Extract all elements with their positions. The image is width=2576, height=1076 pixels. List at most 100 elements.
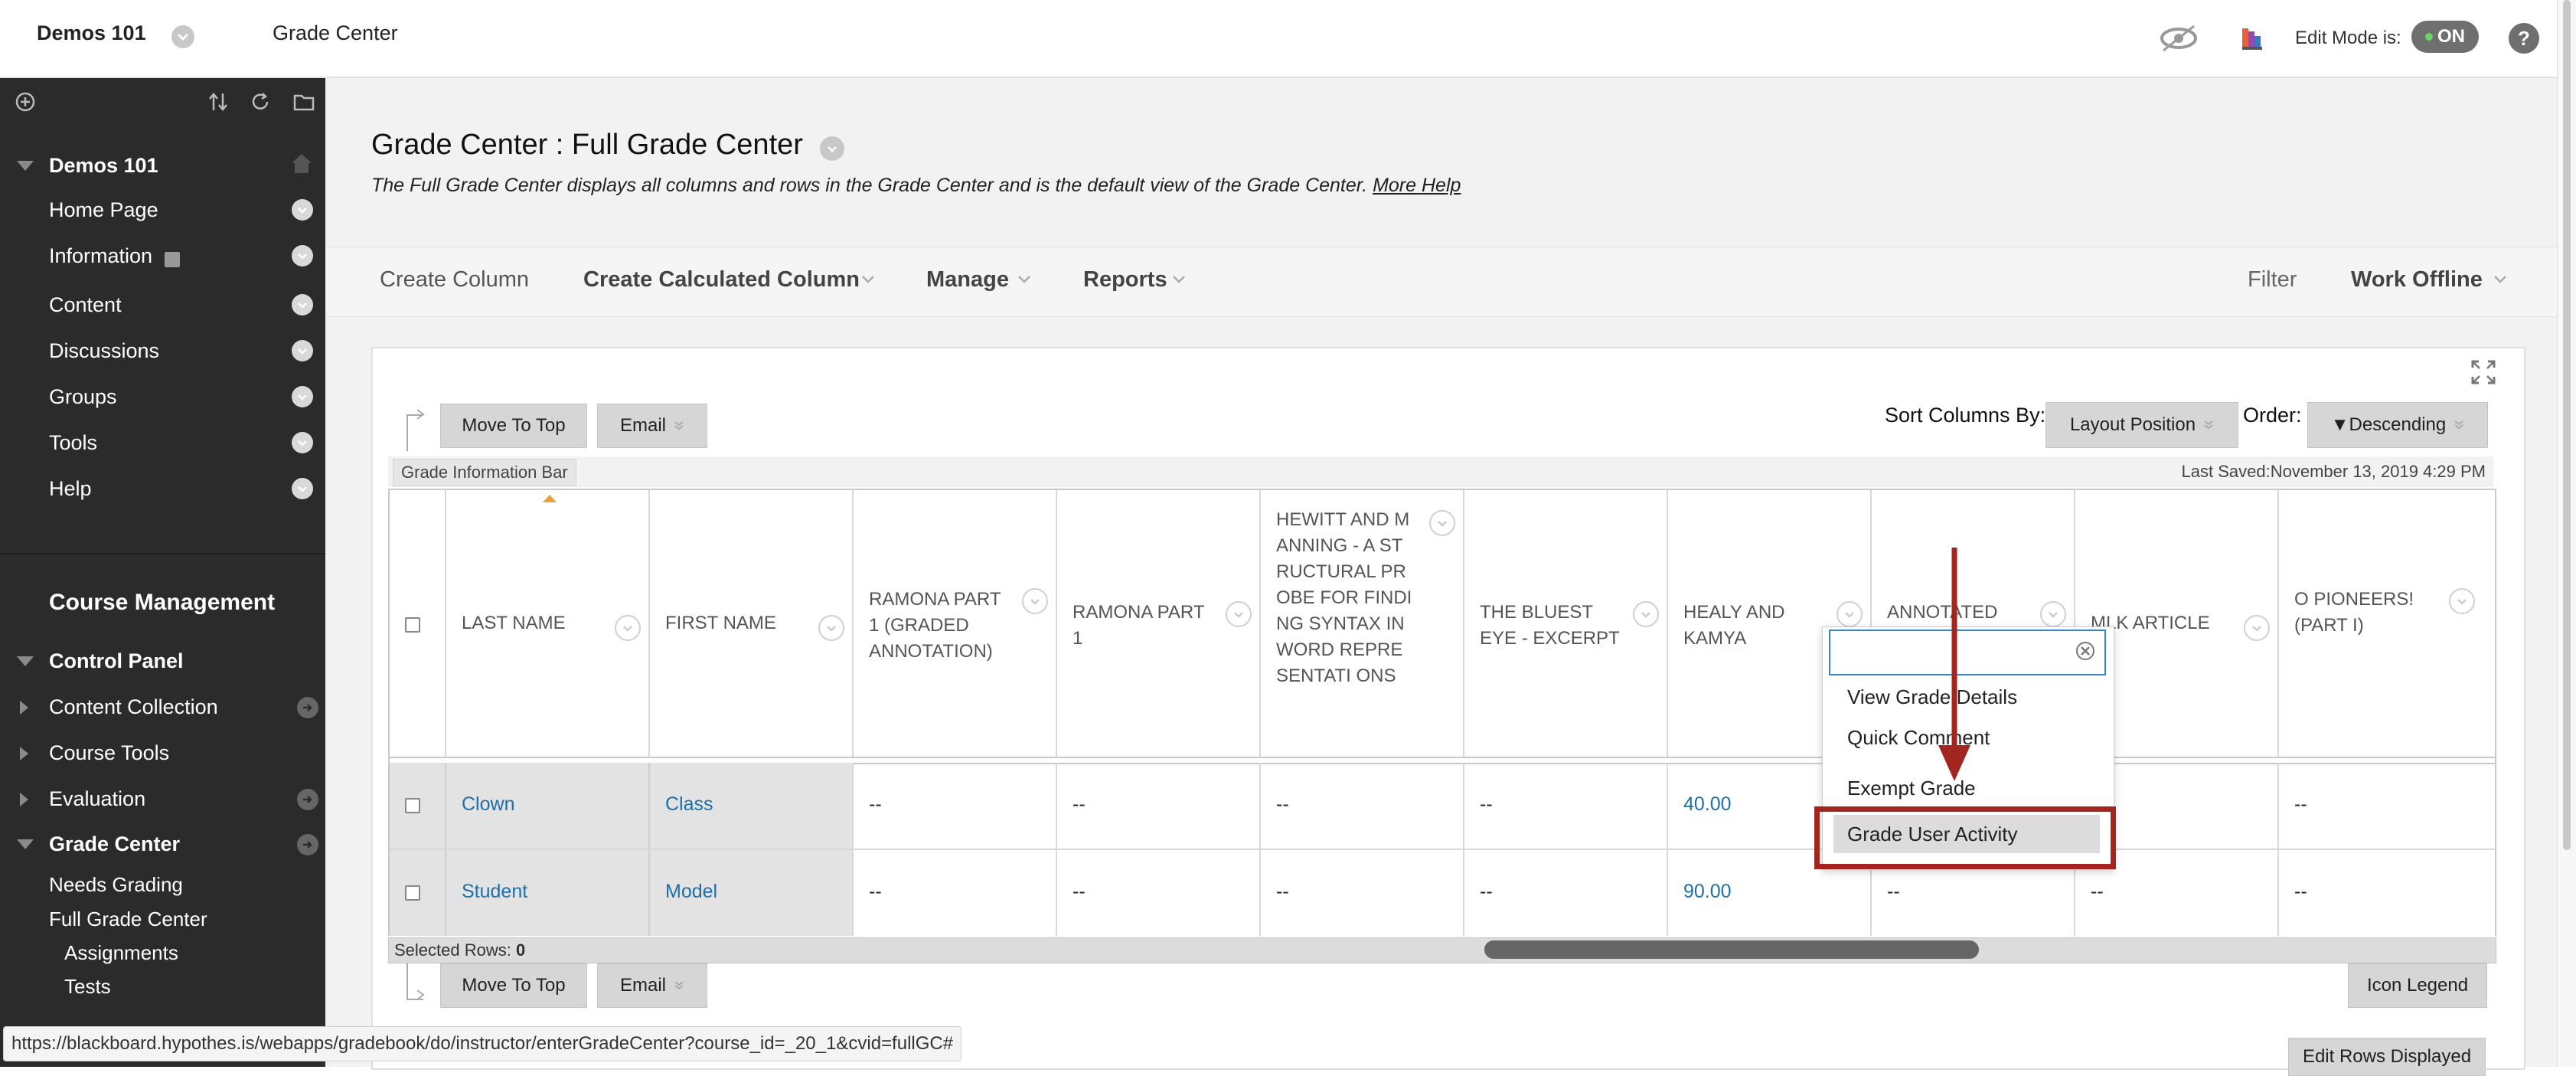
cp-item-course-tools[interactable]: Course Tools xyxy=(49,741,169,765)
create-column-button[interactable]: Create Column xyxy=(380,267,529,293)
create-calculated-column-button[interactable]: Create Calculated Column xyxy=(583,267,860,293)
chevron-down-icon[interactable] xyxy=(2449,588,2475,614)
move-to-top-button[interactable]: Move To Top xyxy=(440,404,587,448)
add-icon[interactable] xyxy=(15,92,35,112)
cp-item-evaluation[interactable]: Evaluation xyxy=(49,787,145,811)
grade-cell[interactable]: -- xyxy=(1480,793,1493,816)
color-palette-icon[interactable] xyxy=(2239,25,2265,51)
select-all-checkbox[interactable] xyxy=(405,617,420,633)
chevron-down-icon[interactable] xyxy=(2040,601,2066,627)
chevron-down-icon[interactable] xyxy=(292,432,313,453)
edit-mode-toggle[interactable]: ON xyxy=(2411,21,2479,53)
gc-sub-full-grade-center[interactable]: Full Grade Center xyxy=(49,908,207,931)
clear-icon[interactable] xyxy=(2075,641,2095,661)
first-name-link[interactable]: Class xyxy=(665,793,713,816)
collapse-caret-icon[interactable] xyxy=(17,839,34,849)
grade-cell[interactable]: 90.00 xyxy=(1683,881,1732,903)
row-checkbox[interactable] xyxy=(405,885,420,901)
grade-information-bar-label[interactable]: Grade Information Bar xyxy=(393,459,576,486)
gc-sub-tests[interactable]: Tests xyxy=(64,975,111,999)
column-header[interactable]: THE BLUEST EYE - EXCERPT xyxy=(1464,490,1668,757)
horizontal-scrollbar-thumb[interactable] xyxy=(1484,940,1979,959)
grade-cell[interactable]: -- xyxy=(1887,881,1900,903)
email-button[interactable]: Email xyxy=(597,404,707,448)
grade-cell[interactable]: -- xyxy=(869,881,882,903)
sidebar-item-content[interactable]: Content xyxy=(49,293,122,317)
course-name[interactable]: Demos 101 xyxy=(37,21,146,45)
grade-cell[interactable]: -- xyxy=(1276,793,1289,816)
column-header[interactable]: FIRST NAME xyxy=(650,490,854,757)
cp-item-content-collection[interactable]: Content Collection xyxy=(49,695,218,719)
grade-cell[interactable]: -- xyxy=(2294,881,2307,903)
grade-cell[interactable]: -- xyxy=(1480,881,1493,903)
column-header[interactable]: RAMONA PART 1 (GRADED ANNOTATION) xyxy=(854,490,1057,757)
expand-caret-icon[interactable] xyxy=(20,747,28,760)
chevron-down-icon[interactable] xyxy=(820,136,844,161)
vertical-scrollbar-thumb[interactable] xyxy=(2563,0,2571,850)
collapse-caret-icon[interactable] xyxy=(17,161,34,171)
order-select[interactable]: ▼Descending xyxy=(2307,402,2488,448)
collapse-caret-icon[interactable] xyxy=(17,656,34,666)
sidebar-item-tools[interactable]: Tools xyxy=(49,431,97,455)
chevron-down-icon[interactable] xyxy=(1837,601,1863,627)
chevron-down-icon[interactable] xyxy=(292,478,313,499)
grade-cell[interactable]: -- xyxy=(1276,881,1289,903)
chevron-down-icon[interactable] xyxy=(615,615,641,641)
expand-caret-icon[interactable] xyxy=(20,701,28,715)
column-header[interactable]: O PIONEERS! (PART I) xyxy=(2279,490,2495,757)
grade-cell[interactable]: -- xyxy=(2091,881,2104,903)
expand-icon[interactable] xyxy=(2470,359,2496,385)
sort-by-select[interactable]: Layout Position xyxy=(2045,402,2238,448)
arrow-right-icon[interactable] xyxy=(297,789,318,810)
row-checkbox[interactable] xyxy=(405,798,420,813)
column-header[interactable]: LAST NAME xyxy=(446,490,650,757)
column-header[interactable]: RAMONA PART 1 xyxy=(1057,490,1261,757)
grade-cell[interactable]: -- xyxy=(1073,881,1086,903)
menu-item-view-grade-details[interactable]: View Grade Details xyxy=(1847,685,2017,709)
chevron-down-icon[interactable] xyxy=(171,25,194,48)
sidebar-item-help[interactable]: Help xyxy=(49,477,92,501)
sidebar-course-title[interactable]: Demos 101 xyxy=(49,154,158,178)
chevron-down-icon[interactable] xyxy=(1633,601,1659,627)
chevron-down-icon[interactable] xyxy=(1022,588,1048,614)
chevron-down-icon[interactable] xyxy=(292,340,313,361)
grade-cell[interactable]: -- xyxy=(869,793,882,816)
arrow-right-icon[interactable] xyxy=(297,834,318,855)
icon-legend-button[interactable]: Icon Legend xyxy=(2348,963,2487,1008)
cp-item-grade-center[interactable]: Grade Center xyxy=(49,832,180,856)
gc-sub-assignments[interactable]: Assignments xyxy=(64,941,178,965)
chevron-down-icon[interactable] xyxy=(818,615,844,641)
gc-sub-needs-grading[interactable]: Needs Grading xyxy=(49,873,183,897)
sidebar-item-groups[interactable]: Groups xyxy=(49,385,117,409)
column-header[interactable]: HEWITT AND MANNING - A STRUCTURAL PROBE … xyxy=(1261,490,1464,757)
preview-eye-icon[interactable] xyxy=(2159,23,2199,54)
last-name-link[interactable]: Clown xyxy=(462,793,514,816)
chevron-down-icon[interactable] xyxy=(1226,601,1252,627)
reorder-icon[interactable] xyxy=(207,90,230,113)
more-help-link[interactable]: More Help xyxy=(1373,175,1461,196)
grade-cell[interactable]: -- xyxy=(2294,793,2307,816)
manage-button[interactable]: Manage xyxy=(926,267,1009,293)
folder-icon[interactable] xyxy=(292,91,315,113)
expand-caret-icon[interactable] xyxy=(20,793,28,806)
chevron-down-icon[interactable] xyxy=(292,199,313,221)
horizontal-scrollbar-track[interactable] xyxy=(388,937,2496,963)
email-button[interactable]: Email xyxy=(597,963,707,1008)
edit-rows-displayed-button[interactable]: Edit Rows Displayed xyxy=(2288,1038,2486,1076)
chevron-down-icon[interactable] xyxy=(292,245,313,267)
reports-button[interactable]: Reports xyxy=(1083,267,1167,293)
first-name-link[interactable]: Model xyxy=(665,881,717,903)
chevron-down-icon[interactable] xyxy=(292,386,313,407)
refresh-icon[interactable] xyxy=(249,90,272,113)
grade-cell[interactable]: -- xyxy=(1073,793,1086,816)
last-name-link[interactable]: Student xyxy=(462,881,527,903)
move-to-top-button[interactable]: Move To Top xyxy=(440,963,587,1008)
chevron-down-icon[interactable] xyxy=(292,294,313,316)
sidebar-item-information[interactable]: Information xyxy=(49,244,152,268)
grade-cell[interactable]: 40.00 xyxy=(1683,793,1732,816)
chevron-down-icon[interactable] xyxy=(2244,615,2270,641)
home-icon[interactable] xyxy=(289,151,315,175)
filter-button[interactable]: Filter xyxy=(2248,267,2297,293)
sidebar-item-discussions[interactable]: Discussions xyxy=(49,339,159,363)
help-icon[interactable]: ? xyxy=(2509,23,2539,54)
